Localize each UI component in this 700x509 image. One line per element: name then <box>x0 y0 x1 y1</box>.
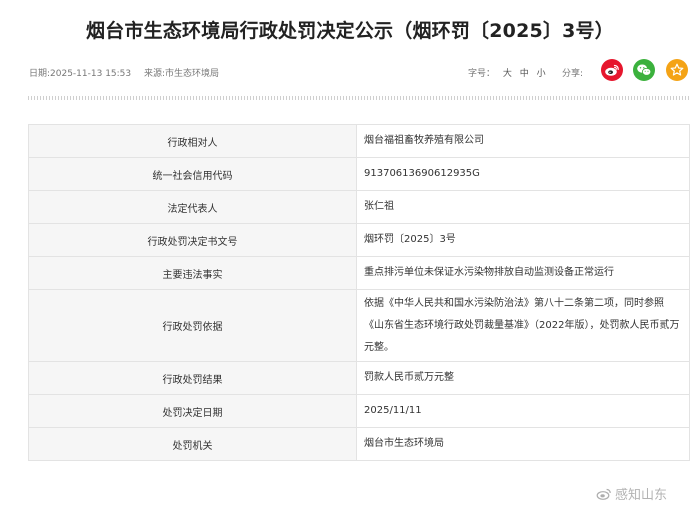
font-size-large[interactable]: 大 <box>503 69 512 79</box>
table-row: 法定代表人 张仁祖 <box>28 190 690 224</box>
article-meta-bar: 日期:2025-11-13 15:53 来源:市生态环境局 字号： 大 中 小 … <box>29 59 691 81</box>
weibo-watermark-icon <box>596 488 611 500</box>
row-label: 行政处罚决定书文号 <box>28 223 357 257</box>
publish-date: 日期:2025-11-13 15:53 <box>29 69 132 79</box>
row-value: 烟台市生态环境局 <box>356 427 690 461</box>
row-value: 依据《中华人民共和国水污染防治法》第八十二条第二项，同时参照《山东省生态环境行政… <box>356 289 690 362</box>
share-label: 分享: <box>562 69 584 79</box>
row-value: 罚款人民币贰万元整 <box>356 361 690 395</box>
table-row: 处罚机关 烟台市生态环境局 <box>28 427 690 461</box>
table-row: 统一社会信用代码 91370613690612935G <box>28 157 690 191</box>
table-row: 处罚决定日期 2025/11/11 <box>28 394 690 428</box>
table-row: 行政处罚结果 罚款人民币贰万元整 <box>28 361 690 395</box>
penalty-info-table: 行政相对人 烟台福祖畜牧养殖有限公司 统一社会信用代码 913706136906… <box>28 124 690 461</box>
table-row: 行政处罚决定书文号 烟环罚〔2025〕3号 <box>28 223 690 257</box>
row-value: 烟台福祖畜牧养殖有限公司 <box>356 124 690 158</box>
font-size-switcher: 字号： 大 中 小 <box>468 66 546 79</box>
row-label: 主要违法事实 <box>28 256 357 290</box>
article-source: 来源:市生态环境局 <box>144 69 220 79</box>
table-row: 行政相对人 烟台福祖畜牧养殖有限公司 <box>28 124 690 158</box>
page-title: 烟台市生态环境局行政处罚决定公示（烟环罚〔2025〕3号） <box>86 20 614 42</box>
font-size-medium[interactable]: 中 <box>520 69 529 79</box>
row-value: 张仁祖 <box>356 190 690 224</box>
wechat-share-button[interactable] <box>633 59 655 81</box>
font-size-label: 字号： <box>468 69 496 79</box>
row-label: 行政处罚结果 <box>28 361 357 395</box>
font-size-small[interactable]: 小 <box>537 69 546 79</box>
row-value: 烟环罚〔2025〕3号 <box>356 223 690 257</box>
row-value: 重点排污单位未保证水污染物排放自动监测设备正常运行 <box>356 256 690 290</box>
wechat-icon <box>637 64 652 76</box>
row-label: 处罚决定日期 <box>28 394 357 428</box>
row-label: 统一社会信用代码 <box>28 157 357 191</box>
favorite-star-icon <box>670 63 684 76</box>
meta-divider <box>28 96 690 100</box>
row-label: 法定代表人 <box>28 190 357 224</box>
watermark-text: 感知山东 <box>615 488 668 503</box>
row-label: 行政处罚依据 <box>28 289 357 362</box>
weibo-icon <box>605 64 619 76</box>
row-value: 91370613690612935G <box>356 157 690 191</box>
source-watermark: 感知山东 <box>596 484 667 503</box>
table-row: 行政处罚依据 依据《中华人民共和国水污染防治法》第八十二条第二项，同时参照《山东… <box>28 289 690 362</box>
row-value: 2025/11/11 <box>356 394 690 428</box>
favorite-button[interactable] <box>666 59 688 81</box>
table-row: 主要违法事实 重点排污单位未保证水污染物排放自动监测设备正常运行 <box>28 256 690 290</box>
row-label: 处罚机关 <box>28 427 357 461</box>
weibo-share-button[interactable] <box>601 59 623 81</box>
row-label: 行政相对人 <box>28 124 357 158</box>
